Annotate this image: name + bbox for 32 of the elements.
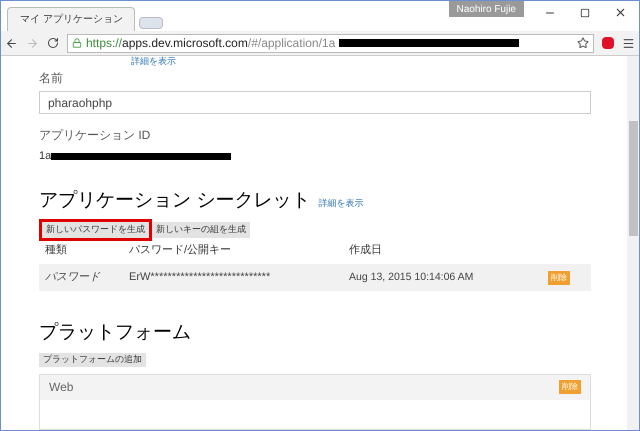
table-cell-text: パスワード	[44, 270, 102, 286]
details-link[interactable]: 詳細を表示	[318, 197, 364, 211]
scrollbar[interactable]	[627, 56, 639, 430]
back-icon[interactable]	[5, 36, 18, 50]
extension-icon[interactable]	[602, 37, 614, 49]
generate-button[interactable]: 新しいキーの組を生成	[152, 222, 250, 238]
add-platform-button[interactable]: プラットフォームの追加	[39, 353, 146, 367]
url-text: https://apps.dev.microsoft.com/#/application/1a	[86, 35, 336, 52]
lock-icon	[72, 38, 82, 48]
field-label: 名前	[39, 70, 64, 87]
platform-name: Web	[49, 379, 74, 396]
menu-icon[interactable]	[622, 36, 635, 50]
application-id: 1a	[39, 149, 52, 164]
section-heading: アプリケーション シークレット	[39, 188, 310, 213]
tab-title: マイ アプリケーション	[20, 12, 123, 27]
name-input[interactable]: pharaohphp	[39, 91, 591, 114]
table-cell-text: ErW****************************	[129, 270, 272, 286]
column-header: パスワード/公開キー	[129, 242, 232, 258]
details-link[interactable]: 詳細を表示	[131, 56, 176, 67]
scrollbar-thumb[interactable]	[628, 121, 638, 236]
close-icon[interactable]	[614, 6, 627, 19]
browser-tab[interactable]: マイ アプリケーション	[7, 7, 135, 31]
column-header: 種類	[44, 242, 68, 258]
column-header: 作成日	[349, 242, 383, 258]
table-cell-text: Aug 13, 2015 10:14:06 AM	[349, 270, 474, 285]
section-heading: プラットフォーム	[39, 320, 192, 344]
field-label: アプリケーション ID	[39, 127, 152, 144]
address-bar[interactable]: https://apps.dev.microsoft.com/#/application/1a	[67, 34, 594, 52]
star-icon[interactable]	[577, 37, 589, 49]
reload-icon[interactable]	[47, 37, 59, 49]
maximize-icon[interactable]	[580, 8, 590, 18]
generate-button[interactable]: 新しいパスワードを生成	[39, 218, 152, 241]
